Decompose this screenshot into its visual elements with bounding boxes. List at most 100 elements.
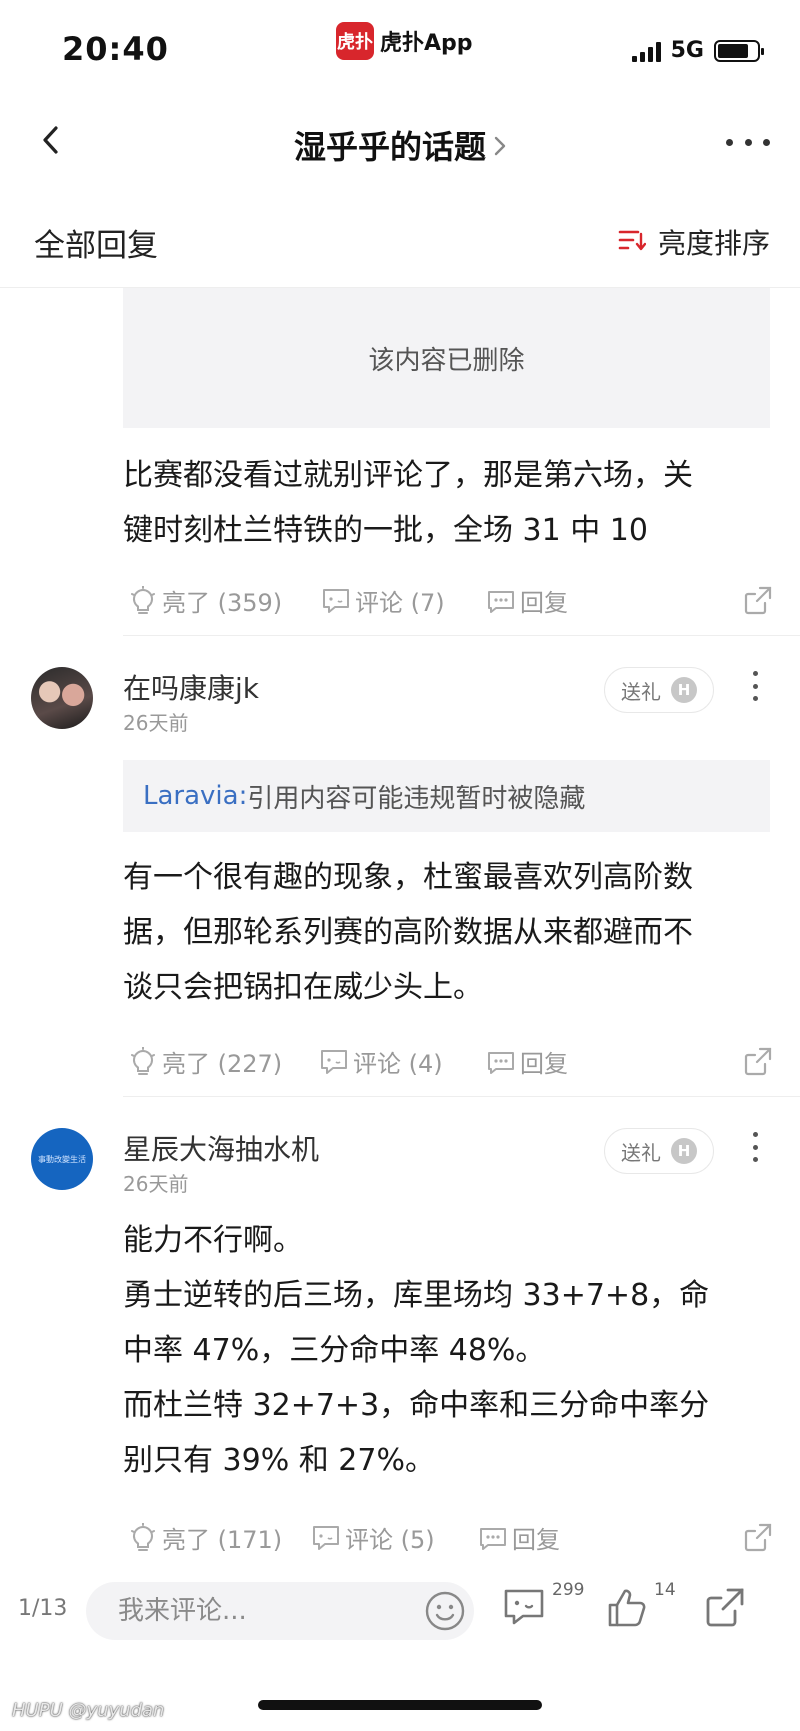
- post-action-bar: 亮了 (171) 评论 (5) 回复: [123, 1512, 773, 1562]
- share-arrow-icon[interactable]: [743, 1046, 773, 1076]
- watermark: HUPU @yuyudan: [12, 1700, 165, 1721]
- comment-bubble-icon: [502, 1589, 546, 1632]
- post-time: 26天前: [123, 1172, 189, 1196]
- like-button[interactable]: 亮了 (171): [128, 1520, 282, 1555]
- comment-bubble-icon: [311, 1523, 341, 1553]
- post-action-bar: 亮了 (227) 评论 (4) 回复: [123, 1036, 773, 1086]
- gift-label: 送礼: [621, 679, 661, 704]
- comment-button[interactable]: 评论 (7): [321, 583, 445, 618]
- post-header: 在吗康康jk 26天前 送礼 H: [0, 667, 800, 747]
- comment-input[interactable]: [86, 1582, 474, 1640]
- nav-bar: 湿乎乎的话题: [0, 100, 800, 185]
- comment-count: 评论 (4): [353, 1050, 443, 1078]
- post-header: 事動改變生活 星辰大海抽水机 26天前 送礼 H: [0, 1128, 800, 1208]
- like-total: 14: [654, 1580, 676, 1600]
- post-more-icon[interactable]: [748, 1132, 762, 1162]
- reply-button[interactable]: 回复: [486, 1044, 568, 1079]
- post-body-line: 勇士逆转的后三场，库里场均 33+7+8，命: [123, 1278, 710, 1313]
- comment-count: 评论 (7): [355, 589, 445, 617]
- reply-label: 回复: [520, 1050, 568, 1078]
- lightbulb-icon: [128, 1522, 158, 1553]
- post-more-icon[interactable]: [748, 671, 762, 701]
- gift-button[interactable]: 送礼 H: [604, 667, 714, 713]
- hupu-coin-icon: H: [671, 677, 697, 703]
- like-count: 亮了 (171): [162, 1526, 283, 1554]
- like-count: 亮了 (227): [162, 1050, 283, 1078]
- bottom-comment-bar: 1/13 299 14: [0, 1572, 800, 1652]
- share-button[interactable]: [704, 1586, 752, 1634]
- like-button[interactable]: 亮了 (359): [128, 583, 282, 618]
- comment-bubble-icon: [319, 1047, 349, 1077]
- reply-button[interactable]: 回复: [478, 1520, 560, 1555]
- post-body-line: 中率 47%，三分命中率 48%。: [123, 1333, 546, 1368]
- user-name[interactable]: 在吗康康jk: [123, 667, 259, 707]
- comment-count: 评论 (5): [345, 1526, 435, 1554]
- all-replies-title: 全部回复: [34, 228, 158, 264]
- post-body-line: 比赛都没看过就别评论了，那是第六场，关: [123, 458, 693, 493]
- quote-text: 引用内容可能违规暂时被隐藏: [247, 783, 586, 814]
- hupu-coin-icon: H: [671, 1138, 697, 1164]
- post-body-line: 有一个很有趣的现象，杜蜜最喜欢列高阶数: [123, 860, 693, 895]
- divider: [123, 635, 800, 636]
- lightbulb-icon: [128, 1046, 158, 1077]
- reply-label: 回复: [520, 589, 568, 617]
- deleted-quote-box: 该内容已删除: [123, 288, 770, 428]
- user-name[interactable]: 星辰大海抽水机: [123, 1128, 319, 1168]
- post-body: 比赛都没看过就别评论了，那是第六场，关 键时刻杜兰特铁的一批，全场 31 中 1…: [123, 448, 773, 558]
- share-arrow-icon: [704, 1588, 746, 1632]
- post-body-line: 谈只会把锅扣在威少头上。: [123, 970, 483, 1005]
- avatar-text: 事動改變生活: [38, 1154, 86, 1164]
- sort-by-brightness-button[interactable]: 亮度排序: [618, 222, 770, 262]
- like-post-button[interactable]: 14: [604, 1580, 676, 1634]
- gift-label: 送礼: [621, 1140, 661, 1165]
- page-title: 湿乎乎的话题: [293, 128, 486, 166]
- sort-icon: [618, 228, 647, 256]
- avatar[interactable]: 事動改變生活: [31, 1128, 93, 1190]
- reply-button[interactable]: 回复: [486, 583, 568, 618]
- topic-title-link[interactable]: 湿乎乎的话题: [0, 122, 800, 168]
- network-type: 5G: [670, 38, 704, 63]
- chevron-right-icon: [494, 136, 506, 160]
- reply-label: 回复: [512, 1526, 560, 1554]
- post-action-bar: 亮了 (359) 评论 (7) 回复: [123, 575, 773, 625]
- battery-icon: [714, 39, 764, 62]
- reply-bubble-icon: [486, 1047, 516, 1077]
- quote-box: Laravia: 引用内容可能违规暂时被隐藏: [123, 760, 770, 832]
- comments-button[interactable]: 299: [502, 1580, 584, 1634]
- status-indicators: 5G: [631, 38, 764, 63]
- post-body-line: 而杜兰特 32+7+3，命中率和三分命中率分: [123, 1388, 710, 1423]
- quote-user[interactable]: Laravia:: [143, 781, 247, 811]
- comment-total: 299: [552, 1580, 585, 1600]
- share-arrow-icon[interactable]: [743, 585, 773, 615]
- like-count: 亮了 (359): [162, 589, 283, 617]
- post-body: 能力不行啊。 勇士逆转的后三场，库里场均 33+7+8，命 中率 47%，三分命…: [123, 1213, 773, 1488]
- like-button[interactable]: 亮了 (227): [128, 1044, 282, 1079]
- home-indicator[interactable]: [258, 1700, 542, 1710]
- gift-button[interactable]: 送礼 H: [604, 1128, 714, 1174]
- sort-label: 亮度排序: [657, 227, 770, 260]
- lightbulb-icon: [128, 585, 158, 616]
- signal-icon: [631, 40, 661, 62]
- avatar[interactable]: [31, 667, 93, 729]
- deleted-notice: 该内容已删除: [368, 345, 525, 376]
- reply-bubble-icon: [486, 586, 516, 616]
- post-body-line: 键时刻杜兰特铁的一批，全场 31 中 10: [123, 513, 648, 548]
- status-bar: 20:40 虎扑 虎扑App 5G: [0, 0, 800, 100]
- hupu-logo-icon: 虎扑: [336, 22, 374, 60]
- status-time: 20:40: [62, 30, 169, 68]
- post-body-line: 别只有 39% 和 27%。: [123, 1443, 435, 1478]
- emoji-icon[interactable]: [424, 1590, 466, 1632]
- comment-bubble-icon: [321, 586, 351, 616]
- more-options-icon[interactable]: [726, 124, 770, 160]
- page-indicator[interactable]: 1/13: [18, 1596, 67, 1621]
- share-arrow-icon[interactable]: [743, 1522, 773, 1552]
- comment-button[interactable]: 评论 (5): [311, 1520, 435, 1555]
- post-body: 有一个很有趣的现象，杜蜜最喜欢列高阶数 据，但那轮系列赛的高阶数据从来都避而不 …: [123, 850, 773, 1015]
- post-body-line: 据，但那轮系列赛的高阶数据从来都避而不: [123, 915, 693, 950]
- sort-bar: 全部回复 亮度排序: [0, 200, 800, 288]
- reply-bubble-icon: [478, 1523, 508, 1553]
- post-time: 26天前: [123, 711, 189, 735]
- divider: [123, 1096, 800, 1097]
- comment-button[interactable]: 评论 (4): [319, 1044, 443, 1079]
- post-body-line: 能力不行啊。: [123, 1223, 303, 1258]
